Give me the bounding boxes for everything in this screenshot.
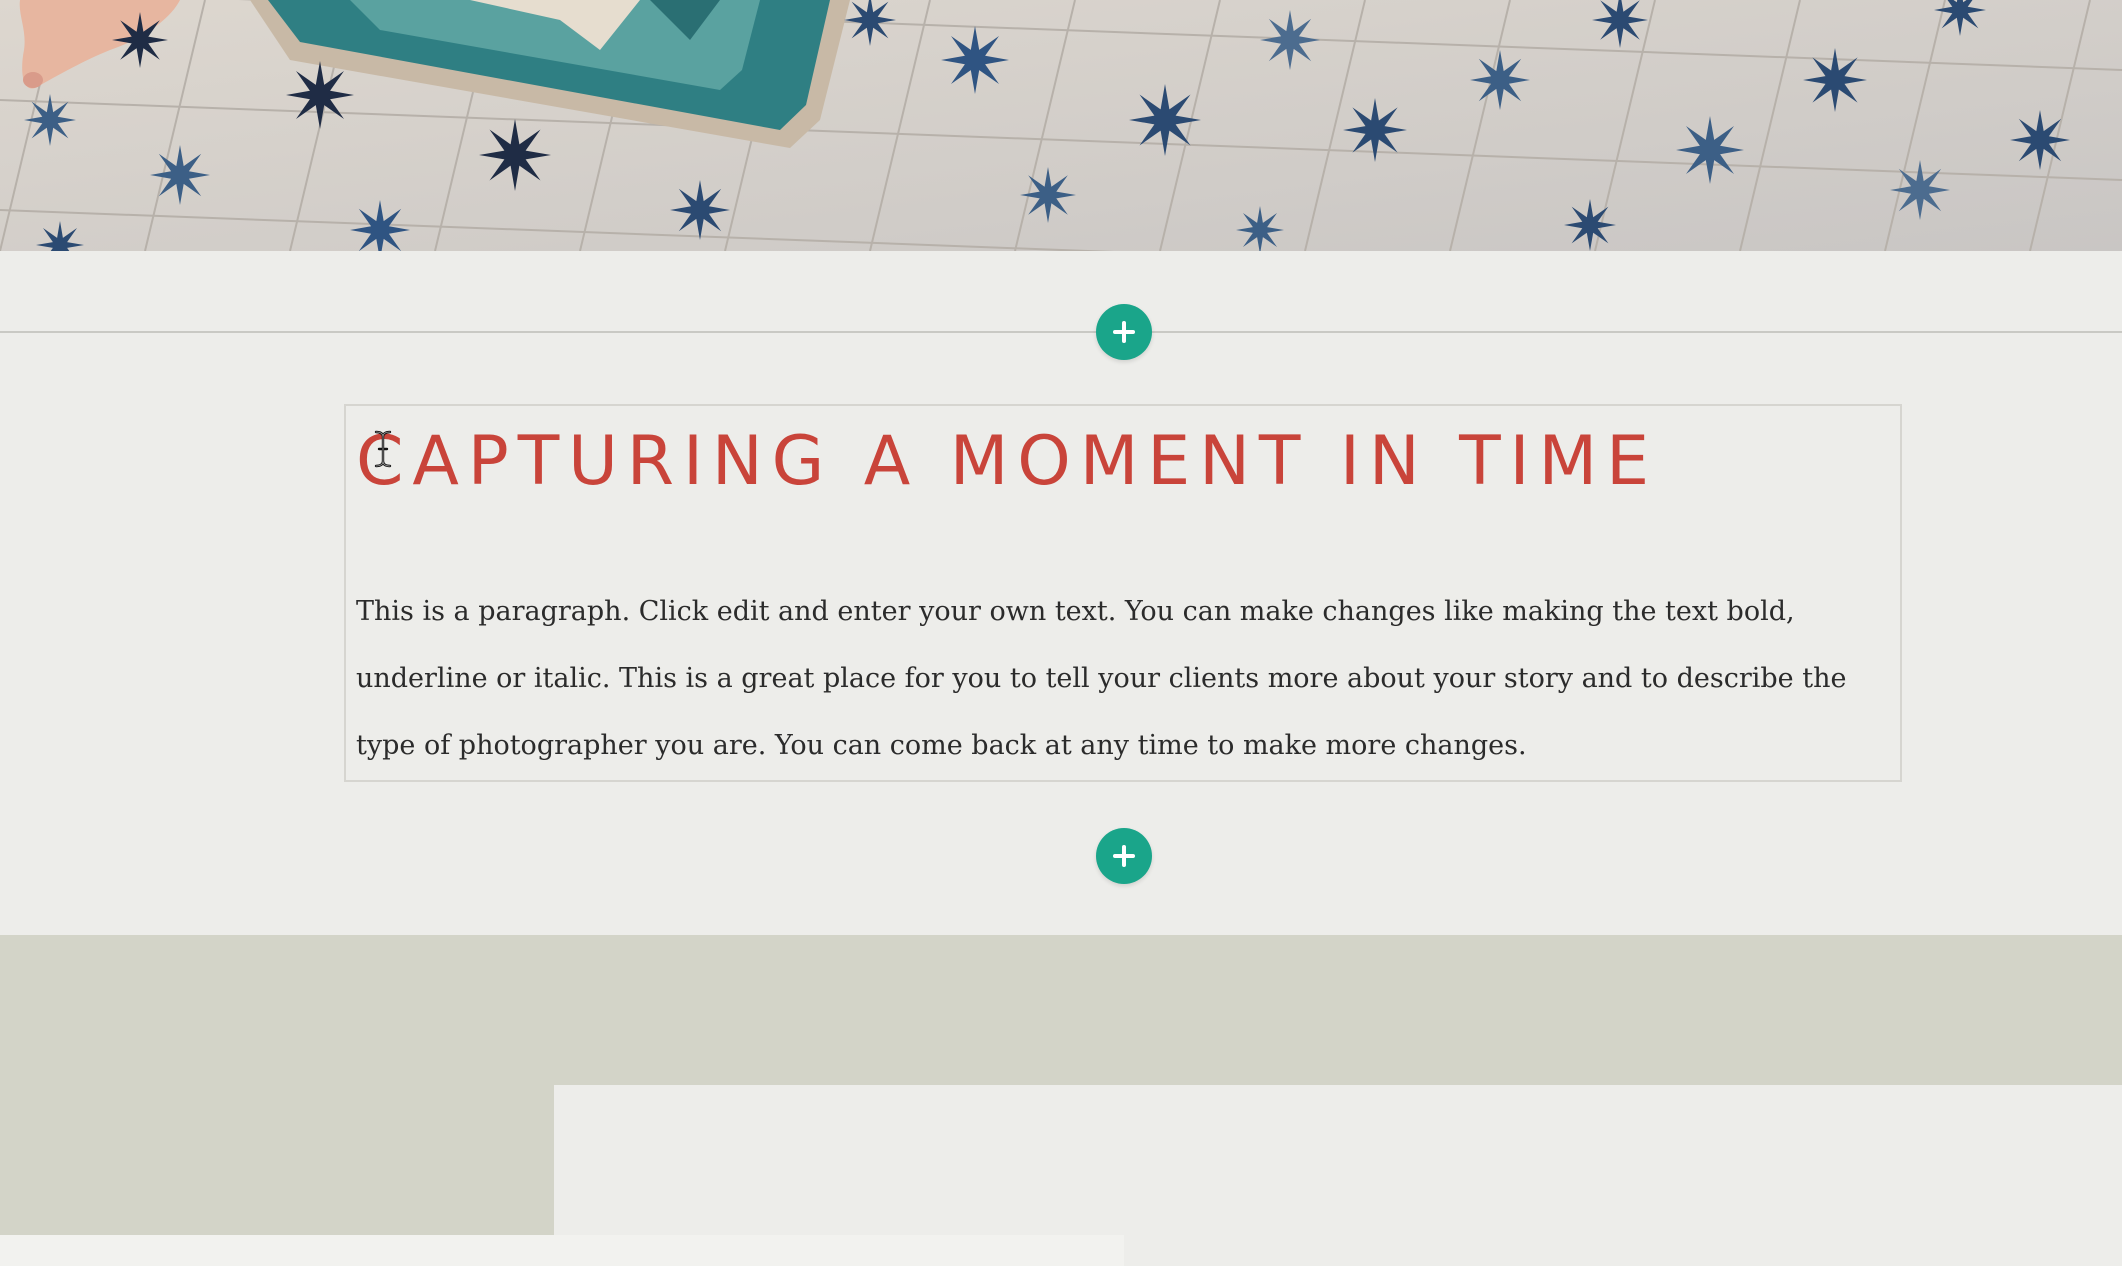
tile-floor-photo xyxy=(0,0,2122,251)
text-cursor-icon xyxy=(374,430,392,468)
bottom-toolbar xyxy=(0,1235,1124,1266)
section-divider xyxy=(0,331,2122,333)
hero-image[interactable] xyxy=(0,0,2122,251)
text-block[interactable]: CAPTURING A MOMENT IN TIME This is a par… xyxy=(344,404,1902,782)
add-section-button-bottom[interactable] xyxy=(1096,828,1152,884)
editor-canvas: CAPTURING A MOMENT IN TIME This is a par… xyxy=(0,0,2122,1266)
body-paragraph[interactable]: This is a paragraph. Click edit and ente… xyxy=(356,578,1896,779)
add-section-button-top[interactable] xyxy=(1096,304,1152,360)
page-heading[interactable]: CAPTURING A MOMENT IN TIME xyxy=(356,422,1658,502)
lower-section[interactable] xyxy=(0,935,2122,1266)
